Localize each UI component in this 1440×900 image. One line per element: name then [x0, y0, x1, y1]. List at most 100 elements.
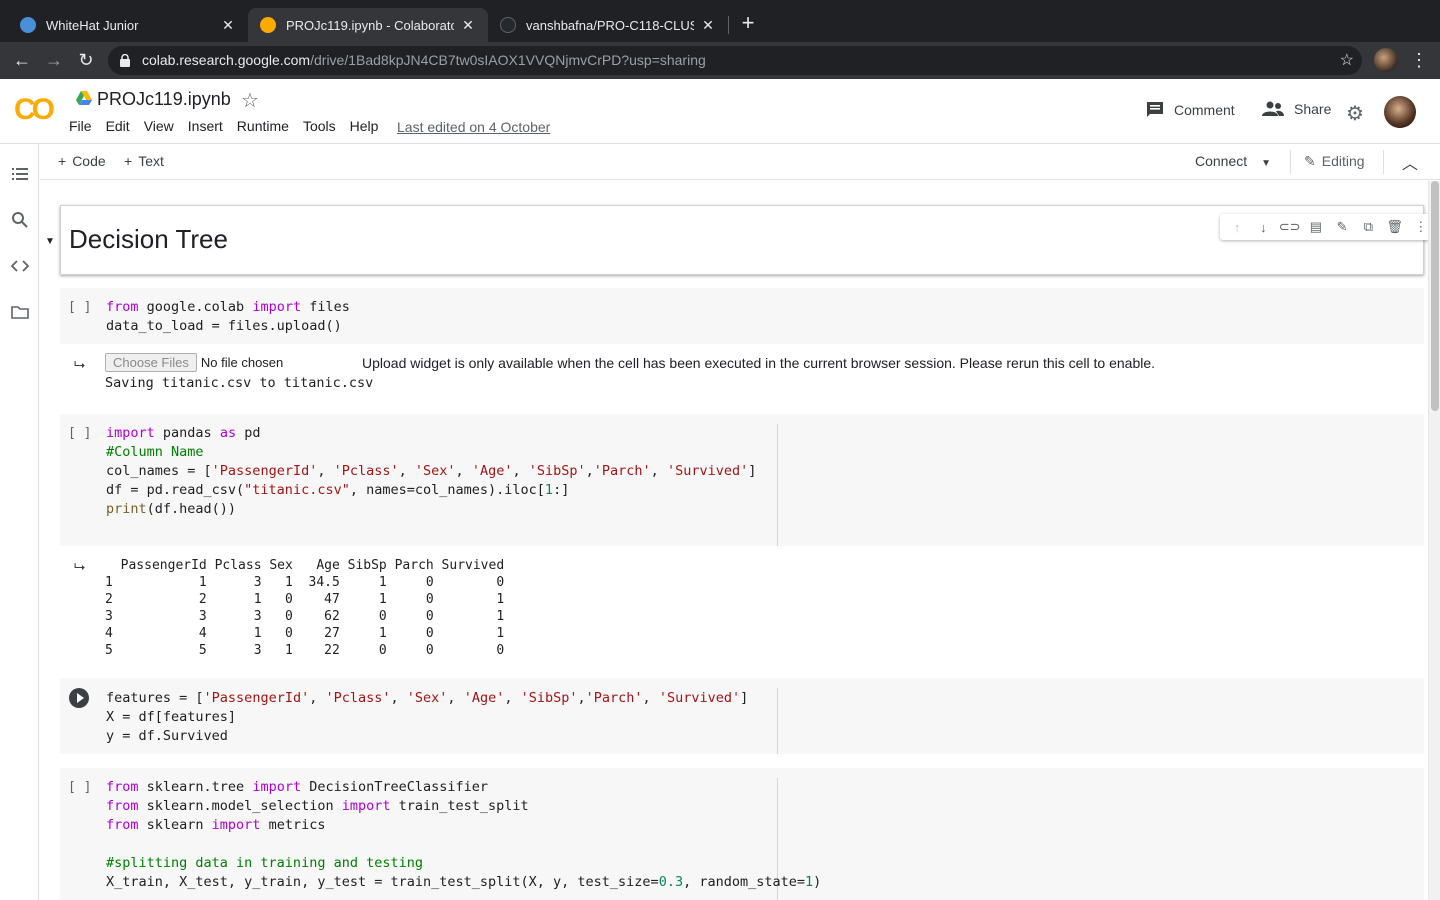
share-button[interactable]: Share — [1262, 101, 1331, 117]
link-to-cell-icon[interactable]: ⊂⊃ — [1279, 219, 1301, 235]
code-editor[interactable]: from sklearn.tree import DecisionTreeCla… — [106, 778, 821, 892]
plus-icon: + — [124, 153, 133, 169]
upload-widget-message: Upload widget is only available when the… — [362, 355, 1156, 371]
text-cell-heading[interactable]: ▼ Decision Tree ↑ ↓ ⊂⊃ ▤ ✎ ⧉ 🗑 ⋮ — [45, 205, 1428, 275]
menu-runtime[interactable]: Runtime — [237, 118, 289, 134]
scrollbar-thumb[interactable] — [1431, 181, 1439, 411]
lock-icon — [120, 54, 130, 67]
execution-count: [ ] — [68, 780, 92, 795]
toolbar-divider — [1383, 150, 1384, 174]
code-cell-upload[interactable]: [ ] from google.colab import files data_… — [60, 288, 1424, 344]
browser-toolbar: ← → ↻ colab.research.google.com/drive/1B… — [0, 42, 1440, 79]
dropdown-caret-icon: ▼ — [1261, 158, 1272, 169]
plus-icon: + — [58, 153, 67, 169]
code-editor[interactable]: import pandas as pd #Column Name col_nam… — [106, 424, 756, 519]
section-collapse-icon[interactable]: ▼ — [45, 236, 55, 247]
choose-files-button[interactable]: Choose Files — [105, 353, 197, 372]
move-cell-up-icon[interactable]: ↑ — [1226, 220, 1248, 235]
connect-button[interactable]: Connect ▼ — [1195, 153, 1271, 169]
browser-tab-strip: WhiteHat Junior ✕ PROJc119.ipynb - Colab… — [0, 0, 1440, 42]
browser-menu-icon[interactable]: ⋮ — [1410, 48, 1428, 72]
google-drive-icon[interactable] — [76, 91, 92, 105]
delete-cell-icon[interactable]: 🗑 — [1384, 219, 1406, 235]
menu-view[interactable]: View — [144, 118, 174, 134]
table-of-contents-icon[interactable] — [10, 164, 30, 184]
url-text: colab.research.google.com/drive/1Bad8kpJ… — [142, 52, 706, 68]
left-sidebar — [0, 144, 39, 900]
tab-title: PROJc119.ipynb - Colaboratory — [286, 17, 454, 33]
editing-mode-button[interactable]: ✎ Editing — [1304, 153, 1365, 170]
star-notebook-icon[interactable]: ☆ — [241, 88, 259, 113]
menu-edit[interactable]: Edit — [106, 118, 130, 134]
address-bar[interactable]: colab.research.google.com/drive/1Bad8kpJ… — [108, 46, 1362, 75]
tab-title: vanshbafna/PRO-C118-CLUSTE — [526, 17, 694, 33]
code-editor[interactable]: from google.colab import files data_to_l… — [106, 298, 350, 336]
comment-button[interactable]: Comment — [1146, 101, 1235, 119]
menu-bar: File Edit View Insert Runtime Tools Help — [69, 118, 392, 134]
code-cell-features[interactable]: features = ['PassengerId', 'Pclass', 'Se… — [60, 678, 1424, 754]
notebook-title[interactable]: PROJc119.ipynb — [97, 89, 231, 110]
files-folder-icon[interactable] — [10, 302, 30, 322]
back-icon[interactable]: ← — [10, 48, 34, 72]
collapse-header-icon[interactable]: ︿ — [1402, 150, 1418, 174]
notebook-scrollbar[interactable] — [1428, 181, 1440, 900]
menu-tools[interactable]: Tools — [303, 118, 336, 134]
execution-count: [ ] — [68, 300, 92, 315]
reload-icon[interactable]: ↻ — [74, 48, 98, 72]
last-edited-link[interactable]: Last edited on 4 October — [397, 119, 550, 135]
cell-output-upload: ⮡ Choose Files No file chosen Upload wid… — [60, 344, 1424, 399]
run-cell-button[interactable] — [69, 688, 89, 708]
forward-icon[interactable]: → — [42, 48, 66, 72]
menu-insert[interactable]: Insert — [188, 118, 223, 134]
browser-profile-avatar[interactable] — [1374, 48, 1398, 72]
line-length-ruler — [777, 688, 778, 754]
section-heading: Decision Tree — [69, 224, 228, 254]
code-cell-sklearn[interactable]: [ ] from sklearn.tree import DecisionTre… — [60, 768, 1424, 900]
colab-header: CO PROJc119.ipynb ☆ File Edit View Inser… — [0, 79, 1440, 144]
saving-output-text: Saving titanic.csv to titanic.csv — [105, 375, 374, 391]
code-cell-read-csv[interactable]: [ ] import pandas as pd #Column Name col… — [60, 414, 1424, 546]
cell-output-dataframe: ⮡ PassengerId Pclass Sex Age SibSp Parch… — [60, 546, 1424, 666]
tab-title: WhiteHat Junior — [46, 17, 139, 33]
output-toggle-icon[interactable]: ⮡ — [74, 356, 90, 372]
new-tab-button[interactable]: + — [737, 12, 759, 34]
add-code-button[interactable]: + Code — [58, 153, 106, 169]
close-tab-icon[interactable]: ✕ — [700, 17, 716, 34]
line-length-ruler — [777, 424, 778, 546]
move-cell-down-icon[interactable]: ↓ — [1252, 220, 1274, 235]
code-editor[interactable]: features = ['PassengerId', 'Pclass', 'Se… — [106, 689, 748, 746]
notebook-area: ▼ Decision Tree ↑ ↓ ⊂⊃ ▤ ✎ ⧉ 🗑 ⋮ [ ] fro… — [40, 181, 1428, 900]
browser-tab-colab[interactable]: PROJc119.ipynb - Colaboratory ✕ — [248, 8, 488, 42]
settings-gear-icon[interactable]: ⚙ — [1346, 101, 1364, 126]
colab-logo[interactable]: CO — [14, 93, 55, 127]
share-label: Share — [1294, 101, 1332, 117]
code-snippets-icon[interactable] — [10, 256, 30, 276]
tab-divider — [728, 16, 729, 34]
execution-count: [ ] — [68, 426, 92, 441]
whitehat-favicon-icon — [20, 17, 36, 33]
pencil-icon: ✎ — [1304, 153, 1316, 169]
edit-cell-icon[interactable]: ✎ — [1331, 219, 1353, 235]
colab-favicon-icon — [260, 17, 276, 33]
bookmark-star-icon[interactable]: ☆ — [1340, 50, 1354, 70]
search-icon[interactable] — [10, 210, 30, 230]
github-favicon-icon — [500, 17, 516, 33]
more-options-icon[interactable]: ⋮ — [1410, 219, 1428, 235]
menu-file[interactable]: File — [69, 118, 92, 134]
people-icon — [1262, 101, 1284, 116]
close-tab-icon[interactable]: ✕ — [220, 17, 236, 34]
comment-icon — [1147, 102, 1163, 117]
user-avatar[interactable] — [1384, 96, 1416, 128]
add-text-button[interactable]: + Text — [124, 153, 164, 169]
comment-label: Comment — [1174, 102, 1235, 118]
no-file-label: No file chosen — [200, 355, 284, 370]
upload-widget: Choose Files No file chosen — [105, 353, 283, 372]
menu-help[interactable]: Help — [350, 118, 379, 134]
add-comment-icon[interactable]: ▤ — [1305, 219, 1327, 235]
cell-toolbar: + Code + Text Connect ▼ ✎ Editing ︿ — [40, 144, 1440, 180]
browser-tab-github[interactable]: vanshbafna/PRO-C118-CLUSTE ✕ — [488, 8, 728, 42]
browser-tab-whitehat[interactable]: WhiteHat Junior ✕ — [8, 8, 248, 42]
close-tab-icon[interactable]: ✕ — [460, 17, 476, 34]
mirror-cell-icon[interactable]: ⧉ — [1357, 219, 1379, 235]
output-toggle-icon[interactable]: ⮡ — [74, 558, 90, 574]
